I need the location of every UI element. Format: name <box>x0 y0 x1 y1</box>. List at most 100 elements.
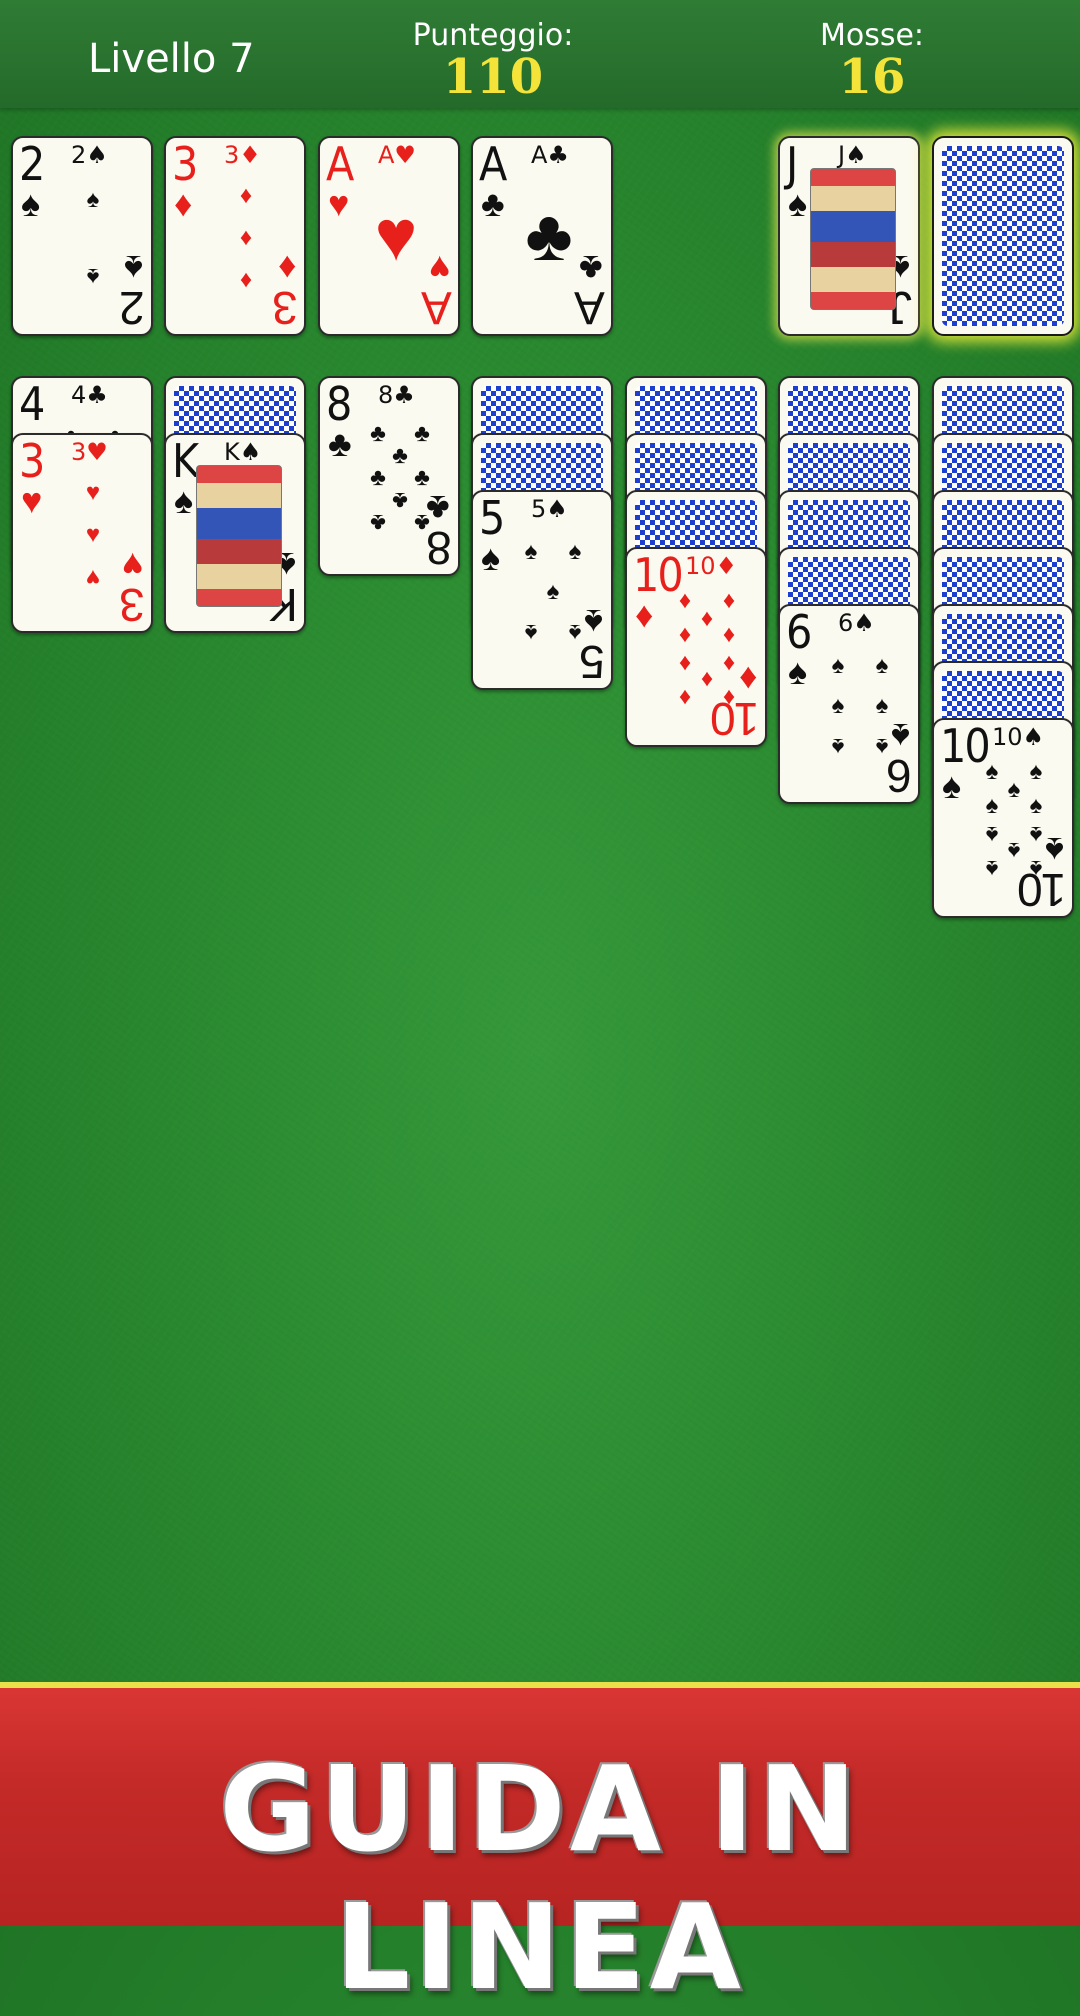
card-corner-index: 10♦ <box>685 552 738 580</box>
pip-icon: ♠ <box>875 652 889 679</box>
pip-icon: ♦ <box>722 587 736 614</box>
pip-icon: ♦ <box>700 666 714 693</box>
card-corner-index: 3♥ <box>71 438 108 466</box>
pip-icon: ♠ <box>1007 837 1021 864</box>
pip-icon: ♠ <box>1029 821 1043 848</box>
level-label: Livello 7 <box>88 36 255 82</box>
card-corner-index: 10♠ <box>992 723 1045 751</box>
score-display: Punteggio: 110 <box>363 18 623 105</box>
pip-icon: ♥ <box>85 564 101 591</box>
pip-icon: ♦ <box>722 684 736 711</box>
card-pips: ♥ ♥ ♥ <box>53 475 133 595</box>
pip-icon: ♠ <box>1007 776 1021 803</box>
pip-icon: ♠ <box>831 733 845 760</box>
card-pips: ♠ ♠ ♠ ♠ ♠ ♠ <box>820 646 900 766</box>
card-pips: ♣ ♣ ♣ ♣ ♣ ♣ ♣ ♣ <box>360 418 440 538</box>
card-corner-index: K♠ <box>224 438 262 466</box>
pip-icon: ♠ <box>86 186 100 213</box>
ace-pip-icon: ♥ <box>374 196 418 276</box>
card-suit-icon: ♠ <box>942 765 962 806</box>
waste-card-j-of-spades[interactable]: J ♠ J♠ J ♠ <box>778 136 920 336</box>
tableau-card-k-of-spades[interactable]: K ♠ K♠ K ♠ <box>164 433 306 633</box>
card-suit-icon: ♠ <box>788 183 808 224</box>
card-suit-icon: ♠ <box>481 537 501 578</box>
pip-icon: ♠ <box>568 538 582 565</box>
card-corner-index: 4♣ <box>71 381 108 409</box>
pip-icon: ♠ <box>568 619 582 646</box>
pip-icon: ♣ <box>370 464 386 491</box>
pip-icon: ♠ <box>831 692 845 719</box>
tableau-card-5-of-spades[interactable]: 5 ♠ 5♠ 5 ♠ ♠ ♠ ♠ ♠ ♠ <box>471 490 613 690</box>
pip-icon: ♥ <box>85 521 101 548</box>
pip-icon: ♦ <box>239 224 253 251</box>
tableau-card-8-of-clubs[interactable]: 8 ♣ 8♣ 8 ♣ ♣ ♣ ♣ ♣ ♣ ♣ ♣ ♣ <box>318 376 460 576</box>
pip-icon: ♠ <box>86 263 100 290</box>
card-rank: 6 <box>786 605 812 659</box>
tableau-card-10-of-diamonds[interactable]: 10 ♦ 10♦ 10 ♦ ♦ ♦ ♦ ♦ ♦ ♦ ♦ ♦ ♦ ♦ <box>625 547 767 747</box>
pip-icon: ♦ <box>678 684 692 711</box>
card-suit-icon: ♥ <box>21 480 43 521</box>
pip-icon: ♠ <box>831 652 845 679</box>
card-pips: ♠ ♠ ♠ ♠ ♠ <box>513 532 593 652</box>
foundation-card-a-of-hearts[interactable]: A ♥ A♥ A ♥ ♥ <box>318 136 460 336</box>
pip-icon: ♠ <box>1029 855 1043 882</box>
tableau-card-6-of-spades[interactable]: 6 ♠ 6♠ 6 ♠ ♠ ♠ ♠ ♠ ♠ ♠ <box>778 604 920 804</box>
card-corner-index: 6♠ <box>838 609 875 637</box>
banner-text: GUIDA IN LINEA <box>219 1740 861 2016</box>
pip-icon: ♠ <box>985 855 999 882</box>
pip-icon: ♣ <box>392 487 408 514</box>
pip-icon: ♦ <box>239 267 253 294</box>
card-pips: ♦ ♦ ♦ <box>206 178 286 298</box>
pip-icon: ♠ <box>985 792 999 819</box>
pip-icon: ♣ <box>370 420 386 447</box>
pip-icon: ♠ <box>985 821 999 848</box>
card-pips: ♥ <box>360 178 440 298</box>
pip-icon: ♠ <box>1029 792 1043 819</box>
card-suit-icon: ♣ <box>481 183 505 224</box>
stock-pile[interactable] <box>932 136 1074 336</box>
pip-icon: ♦ <box>678 587 692 614</box>
card-rank: K <box>172 434 199 488</box>
top-bar: Livello 7 Punteggio: 110 Mosse: 16 <box>0 0 1080 108</box>
card-suit-icon: ♦ <box>174 183 193 224</box>
score-value: 110 <box>442 49 544 105</box>
card-rank: J <box>786 137 798 191</box>
foundation-card-2-of-spades[interactable]: 2 ♠ 2♠ 2 ♠ ♠ ♠ <box>11 136 153 336</box>
card-rank: 5 <box>479 491 505 545</box>
moves-value: 16 <box>838 49 906 105</box>
pip-icon: ♠ <box>546 578 560 605</box>
card-rank: A <box>479 137 507 191</box>
pip-icon: ♠ <box>1029 758 1043 785</box>
ace-pip-icon: ♣ <box>525 196 573 276</box>
card-rank: 3 <box>19 434 45 488</box>
pip-icon: ♣ <box>414 420 430 447</box>
card-corner-index: 3♦ <box>224 141 261 169</box>
pip-icon: ♠ <box>875 733 889 760</box>
card-pips <box>206 475 286 595</box>
pip-icon: ♦ <box>700 605 714 632</box>
pip-icon: ♣ <box>392 442 408 469</box>
card-corner-index: 5♠ <box>531 495 568 523</box>
card-pips: ♣ <box>513 178 593 298</box>
pip-icon: ♠ <box>524 619 538 646</box>
foundation-card-3-of-diamonds[interactable]: 3 ♦ 3♦ 3 ♦ ♦ ♦ ♦ <box>164 136 306 336</box>
pip-icon: ♦ <box>239 182 253 209</box>
pip-icon: ♠ <box>875 692 889 719</box>
pip-icon: ♦ <box>678 621 692 648</box>
card-rank: 4 <box>19 377 45 431</box>
tableau-card-3-of-hearts[interactable]: 3 ♥ 3♥ 3 ♥ ♥ ♥ ♥ <box>11 433 153 633</box>
tableau-card-10-of-spades[interactable]: 10 ♠ 10♠ 10 ♠ ♠ ♠ ♠ ♠ ♠ ♠ ♠ ♠ ♠ ♠ <box>932 718 1074 918</box>
card-rank: 3 <box>172 137 198 191</box>
pip-icon: ♥ <box>85 479 101 506</box>
card-corner-index: 8♣ <box>378 381 415 409</box>
card-pips: ♦ ♦ ♦ ♦ ♦ ♦ ♦ ♦ ♦ ♦ <box>667 587 747 712</box>
card-corner-index: 2♠ <box>71 141 108 169</box>
card-pips: ♠ ♠ ♠ ♠ ♠ ♠ ♠ ♠ ♠ ♠ <box>974 758 1054 883</box>
card-corner-index: A♥ <box>378 141 416 169</box>
pip-icon: ♠ <box>985 758 999 785</box>
foundation-card-a-of-clubs[interactable]: A ♣ A♣ A ♣ ♣ <box>471 136 613 336</box>
card-pips: ♠ ♠ <box>53 178 133 298</box>
card-suit-icon: ♠ <box>21 183 41 224</box>
card-corner-index: J♠ <box>838 141 867 169</box>
pip-icon: ♦ <box>678 650 692 677</box>
